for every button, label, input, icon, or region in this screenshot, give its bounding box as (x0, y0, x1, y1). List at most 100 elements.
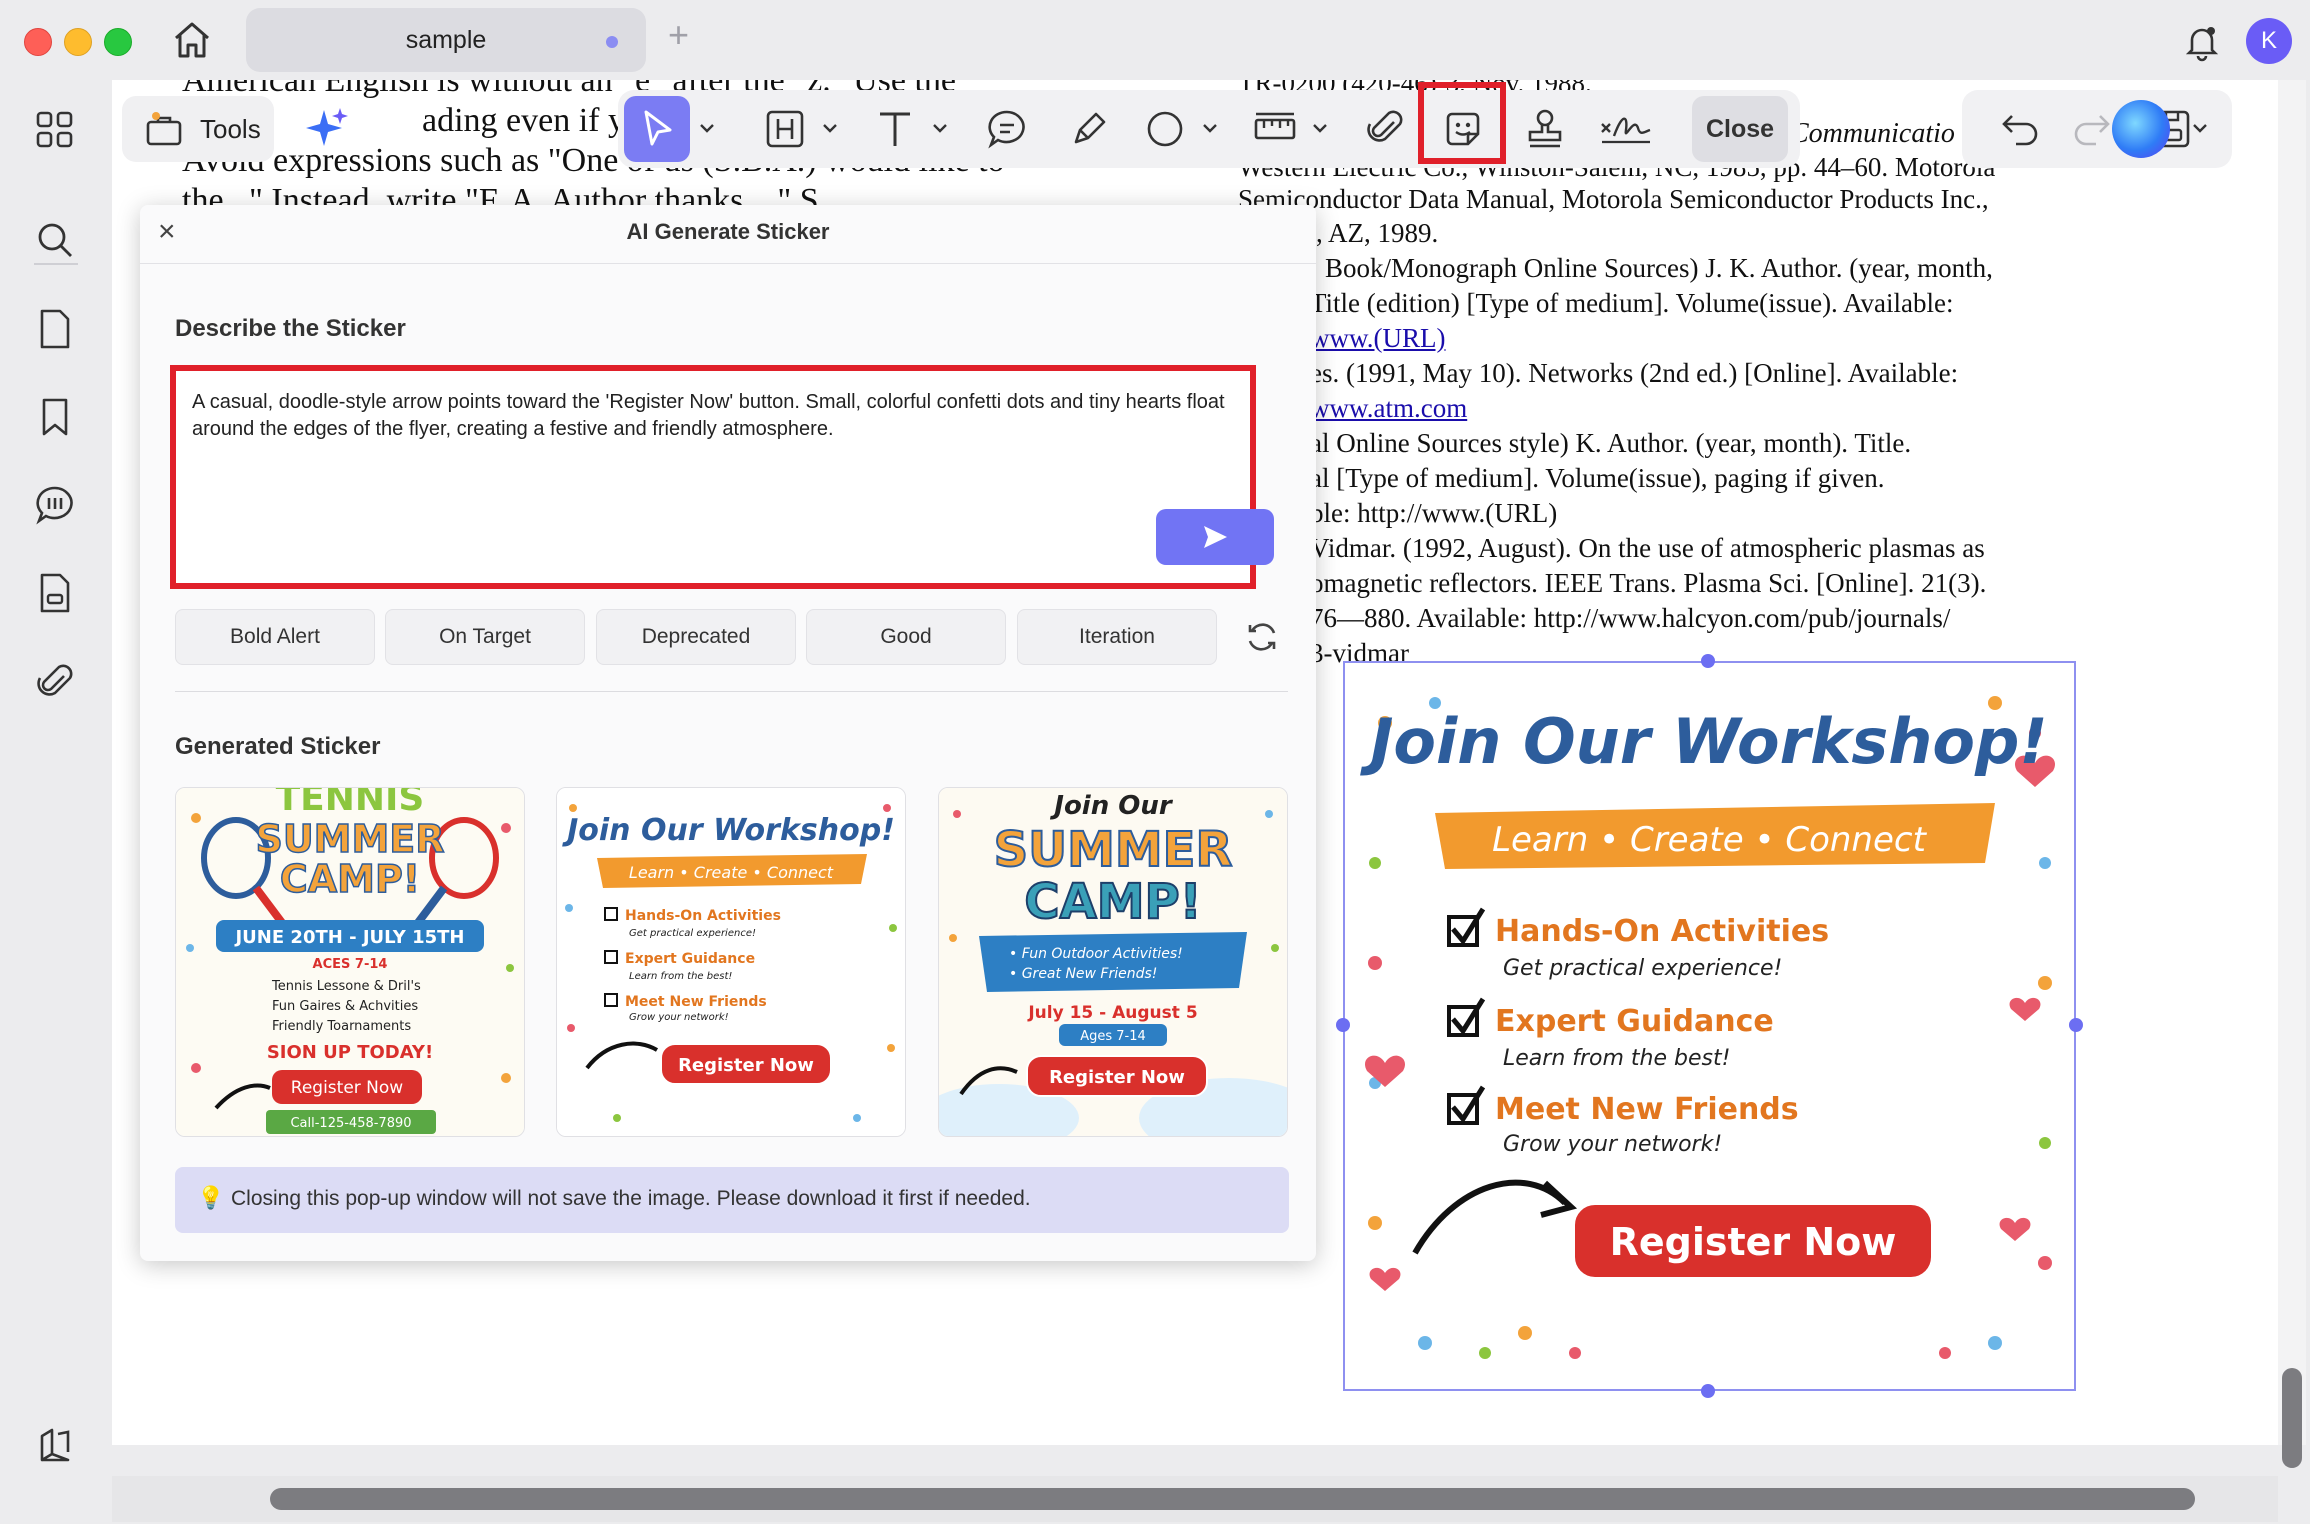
doc-right-line: ix, AZ, 1989. (1295, 218, 1439, 248)
stamp-icon[interactable] (1522, 106, 1568, 152)
undo-icon[interactable] (1998, 106, 2044, 152)
comments-icon[interactable] (32, 482, 78, 528)
tab-title: sample (405, 26, 487, 54)
thumb-text: Get practical experience! (629, 928, 756, 939)
horizontal-scrollbar-thumb[interactable] (270, 1488, 2195, 1510)
checkbox-icon (1447, 1085, 1486, 1125)
bookmark-icon[interactable] (32, 394, 78, 440)
describe-label: Describe the Sticker (175, 315, 406, 342)
pen-icon[interactable] (1066, 106, 1112, 152)
prompt-text[interactable]: A casual, doodle-style arrow points towa… (192, 389, 1232, 443)
ai-generate-sticker-dialog: × AI Generate Sticker Describe the Stick… (140, 205, 1316, 1261)
resize-handle-bottom[interactable] (1701, 1384, 1715, 1398)
suggestion-chip[interactable]: Iteration (1017, 609, 1217, 665)
chevron-down-icon[interactable] (1310, 118, 1330, 138)
paperclip-icon[interactable] (1362, 106, 1408, 152)
thumb-text: Friendly Toarnaments (272, 1019, 411, 1034)
shape-circle-icon[interactable] (1142, 106, 1188, 152)
thumb-text: Hands-On Activities (625, 908, 781, 924)
thumb-text: Meet New Friends (625, 994, 767, 1010)
doc-right-line: Book/Monograph Online Sources) J. K. Aut… (1325, 253, 1993, 283)
chevron-down-icon[interactable] (930, 118, 950, 138)
chevron-down-icon[interactable] (2190, 118, 2210, 138)
thumbnails-grid-icon[interactable] (32, 107, 78, 153)
attachment-icon[interactable] (32, 658, 78, 704)
thumb-text: ACES 7-14 (313, 957, 388, 972)
generated-sticker-thumbnail[interactable]: Join Our SUMMER CAMP! • Fun Outdoor Acti… (938, 787, 1288, 1137)
document-form-icon[interactable] (32, 570, 78, 616)
ai-sparkle-icon[interactable] (302, 104, 350, 152)
checkbox-icon (1447, 907, 1486, 947)
doc-right-line: Semiconductor Data Manual, Motorola Semi… (1238, 184, 1989, 214)
chevron-down-icon[interactable] (1200, 118, 1220, 138)
suggestion-chip[interactable]: Bold Alert (175, 609, 375, 665)
suggestion-chip[interactable]: Good (806, 609, 1006, 665)
resize-handle-right[interactable] (2069, 1018, 2083, 1032)
vertical-scrollbar-thumb[interactable] (2282, 1368, 2302, 1468)
thumb-text: Join Our Workshop! (562, 813, 895, 848)
thumb-text: Register Now (1049, 1067, 1185, 1088)
ai-assistant-icon[interactable] (2112, 100, 2170, 158)
close-toolbar-button[interactable]: Close (1692, 96, 1788, 162)
generate-send-button[interactable] (1156, 509, 1274, 565)
thumb-text: July 15 - August 5 (1027, 1003, 1197, 1023)
redo-icon[interactable] (2068, 106, 2114, 152)
save-warning-notice: 💡 Closing this pop-up window will not sa… (175, 1167, 1289, 1233)
summer-camp-image: Join Our SUMMER CAMP! • Fun Outdoor Acti… (939, 788, 1287, 1136)
comment-icon[interactable] (984, 106, 1030, 152)
placed-sticker[interactable]: Join Our Workshop! Learn • Create • Conn… (1343, 661, 2076, 1391)
suggestion-chip[interactable]: On Target (385, 609, 585, 665)
cursor-arrow-icon (644, 110, 672, 146)
tools-label: Tools (200, 114, 261, 144)
notice-text: Closing this pop-up window will not save… (231, 1187, 1031, 1210)
thumb-text: Tennis Lessone & Dril's (271, 979, 421, 994)
toolbox-icon (146, 112, 182, 146)
page-icon[interactable] (32, 306, 78, 352)
doc-right-line: al [Type of medium]. Volume(issue), pagi… (1310, 463, 1885, 493)
heading-icon[interactable] (762, 106, 808, 152)
thumb-text: SION UP TODAY! (267, 1042, 433, 1063)
thumb-text: SUMMER (255, 817, 444, 861)
chevron-down-icon[interactable] (820, 118, 840, 138)
thumb-text: Grow your network! (629, 1012, 729, 1023)
send-icon (1204, 526, 1227, 548)
tools-button[interactable]: Tools (122, 96, 274, 162)
thumb-text: Fun Gaires & Achvities (272, 999, 418, 1014)
home-icon[interactable] (168, 18, 216, 62)
doc-link[interactable]: www.atm.com (1310, 393, 1467, 424)
generated-sticker-thumbnail[interactable]: Join Our Workshop! Learn • Create • Conn… (556, 787, 906, 1137)
thumb-text: Expert Guidance (625, 951, 755, 967)
dialog-title: AI Generate Sticker (626, 219, 830, 244)
generated-sticker-thumbnail[interactable]: TENNIS SUMMER CAMP! JUNE 20TH - JULY 15T… (175, 787, 525, 1137)
text-icon[interactable] (872, 106, 918, 152)
refresh-suggestions-icon[interactable] (1244, 619, 1280, 655)
resize-handle-left[interactable] (1336, 1018, 1350, 1032)
sticker-prompt-input[interactable]: A casual, doodle-style arrow points towa… (170, 365, 1256, 589)
thumb-text: Ages 7-14 (1080, 1029, 1146, 1044)
suggestion-chip[interactable]: Deprecated (596, 609, 796, 665)
new-tab-button[interactable]: + (668, 14, 689, 56)
avatar[interactable]: K (2246, 18, 2292, 64)
measure-ruler-icon[interactable] (1252, 106, 1298, 152)
document-tab[interactable]: sample (246, 8, 646, 72)
sticker-item-head: Meet New Friends (1495, 1092, 1799, 1127)
thumb-text: CAMP! (280, 857, 420, 901)
close-window-button[interactable] (24, 28, 52, 56)
bell-icon[interactable] (2180, 20, 2224, 64)
minimize-window-button[interactable] (64, 28, 92, 56)
panel-toggle-icon[interactable] (32, 1422, 78, 1468)
sticker-item-sub: Grow your network! (1503, 1132, 1722, 1157)
resize-handle-top[interactable] (1701, 654, 1715, 668)
vertical-scrollbar-track[interactable] (2278, 80, 2306, 1445)
doc-link[interactable]: www.(URL) (1310, 323, 1445, 354)
search-icon[interactable] (32, 217, 78, 263)
lightbulb-icon: 💡 (197, 1185, 225, 1210)
select-tool-button[interactable] (624, 96, 690, 162)
thumb-text: Register Now (678, 1055, 814, 1076)
placed-sticker-image: Join Our Workshop! Learn • Create • Conn… (1359, 696, 2056, 1359)
thumb-text: • Fun Outdoor Activities! (1009, 946, 1183, 962)
zoom-window-button[interactable] (104, 28, 132, 56)
chevron-down-icon[interactable] (697, 118, 717, 138)
thumb-text: Learn from the best! (629, 971, 732, 982)
signature-icon[interactable] (1598, 106, 1654, 152)
